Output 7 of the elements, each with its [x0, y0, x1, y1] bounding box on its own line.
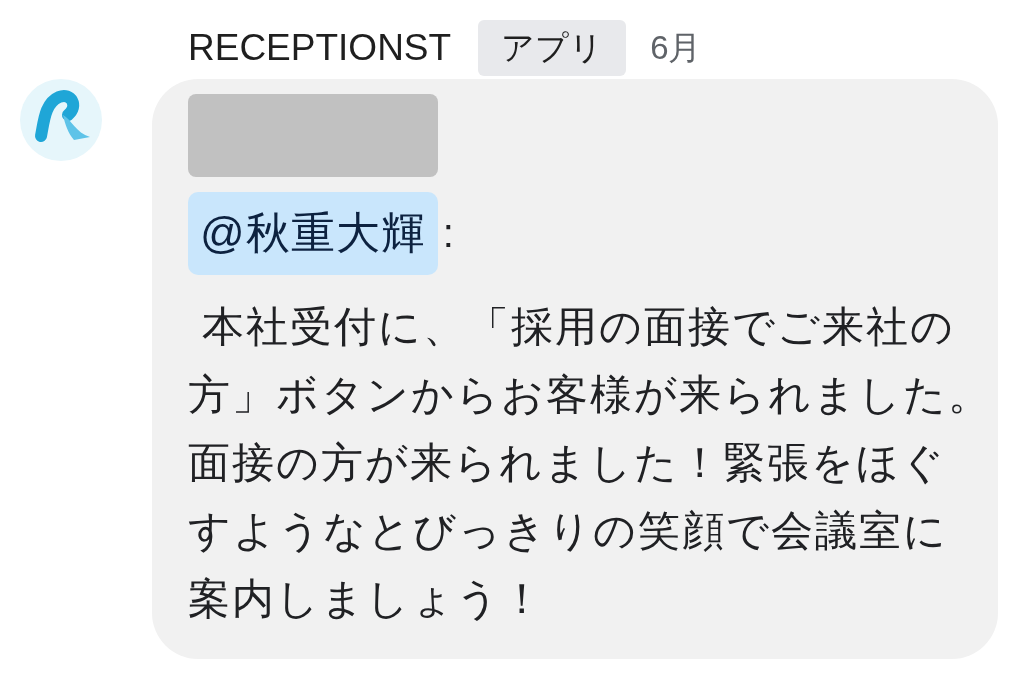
- message-time: 6月: [650, 27, 702, 68]
- sender-name: RECEPTIONST: [188, 26, 452, 70]
- mention-colon: :: [442, 211, 454, 256]
- mention-link[interactable]: @秋重大輝: [188, 192, 438, 275]
- app-badge: アプリ: [478, 20, 627, 76]
- message-text: 本社受付に、「採用の面接でご来社の 方」ボタンからお客様が来られました。 面接の方が来られました！緊張をほぐ すようなとびっきりの笑顔で会議室に 案内しましょう！: [188, 302, 992, 624]
- avatar-icon[interactable]: [20, 79, 102, 161]
